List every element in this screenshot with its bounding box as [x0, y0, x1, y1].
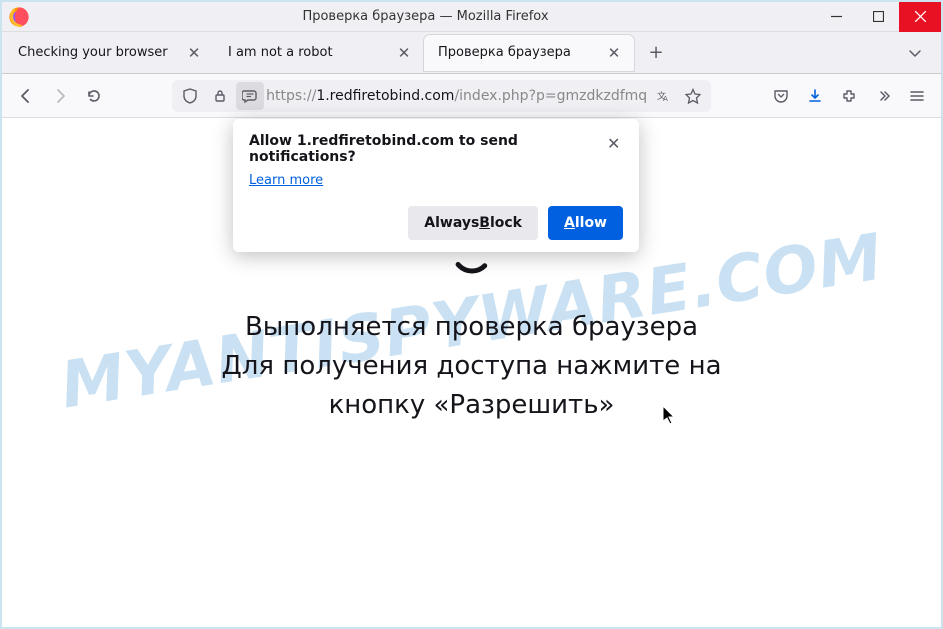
url-text[interactable]: https://1.redfiretobind.com/index.php?p=… [266, 88, 647, 104]
tab-label: Проверка браузера [438, 45, 598, 60]
close-button[interactable] [899, 2, 941, 32]
allow-button[interactable]: Allow [548, 206, 623, 240]
maximize-button[interactable] [857, 2, 899, 32]
always-block-button[interactable]: Always Block [408, 206, 538, 240]
lock-icon[interactable] [206, 82, 234, 110]
tab-close-button[interactable]: ✕ [394, 43, 414, 63]
downloads-icon[interactable] [799, 80, 831, 112]
window-titlebar: Проверка браузера — Mozilla Firefox [2, 2, 941, 32]
tab-close-button[interactable]: ✕ [604, 43, 624, 63]
tab-close-button[interactable]: ✕ [184, 43, 204, 63]
list-all-tabs-button[interactable] [897, 35, 933, 71]
minimize-button[interactable] [815, 2, 857, 32]
tab-not-robot[interactable]: I am not a robot ✕ [214, 35, 424, 71]
translate-icon[interactable]: 文A [649, 82, 677, 110]
permissions-icon[interactable] [236, 82, 264, 110]
shield-icon[interactable] [176, 82, 204, 110]
reload-button[interactable] [78, 80, 110, 112]
bookmark-star-icon[interactable] [679, 82, 707, 110]
pocket-icon[interactable] [765, 80, 797, 112]
page-message: Выполняется проверка браузера Для получе… [221, 308, 721, 425]
notification-title: Allow 1.redfiretobind.com to send notifi… [249, 133, 604, 165]
tab-label: Checking your browser [18, 45, 178, 60]
notification-permission-popup: Allow 1.redfiretobind.com to send notifi… [233, 119, 639, 252]
navigation-toolbar: https://1.redfiretobind.com/index.php?p=… [2, 74, 941, 118]
new-tab-button[interactable]: + [640, 37, 672, 69]
url-bar[interactable]: https://1.redfiretobind.com/index.php?p=… [172, 80, 711, 112]
notification-close-button[interactable]: ✕ [604, 133, 623, 153]
page-line-3: кнопку «Разрешить» [221, 386, 721, 425]
learn-more-link[interactable]: Learn more [249, 173, 323, 188]
window-title: Проверка браузера — Mozilla Firefox [36, 9, 815, 24]
forward-button[interactable] [44, 80, 76, 112]
page-content: MYANTISPYWARE.COM Выполняется проверка б… [2, 118, 941, 627]
back-button[interactable] [10, 80, 42, 112]
page-line-2: Для получения доступа нажмите на [221, 347, 721, 386]
extensions-icon[interactable] [833, 80, 865, 112]
page-line-1: Выполняется проверка браузера [221, 308, 721, 347]
tab-proverka[interactable]: Проверка браузера ✕ [424, 35, 634, 71]
tab-checking-browser[interactable]: Checking your browser ✕ [4, 35, 214, 71]
overflow-icon[interactable] [867, 80, 899, 112]
svg-text:A: A [663, 95, 668, 103]
app-menu-icon[interactable] [901, 80, 933, 112]
tab-label: I am not a robot [228, 45, 388, 60]
firefox-icon [8, 6, 30, 28]
tab-bar: Checking your browser ✕ I am not a robot… [2, 32, 941, 74]
window-controls [815, 2, 941, 32]
